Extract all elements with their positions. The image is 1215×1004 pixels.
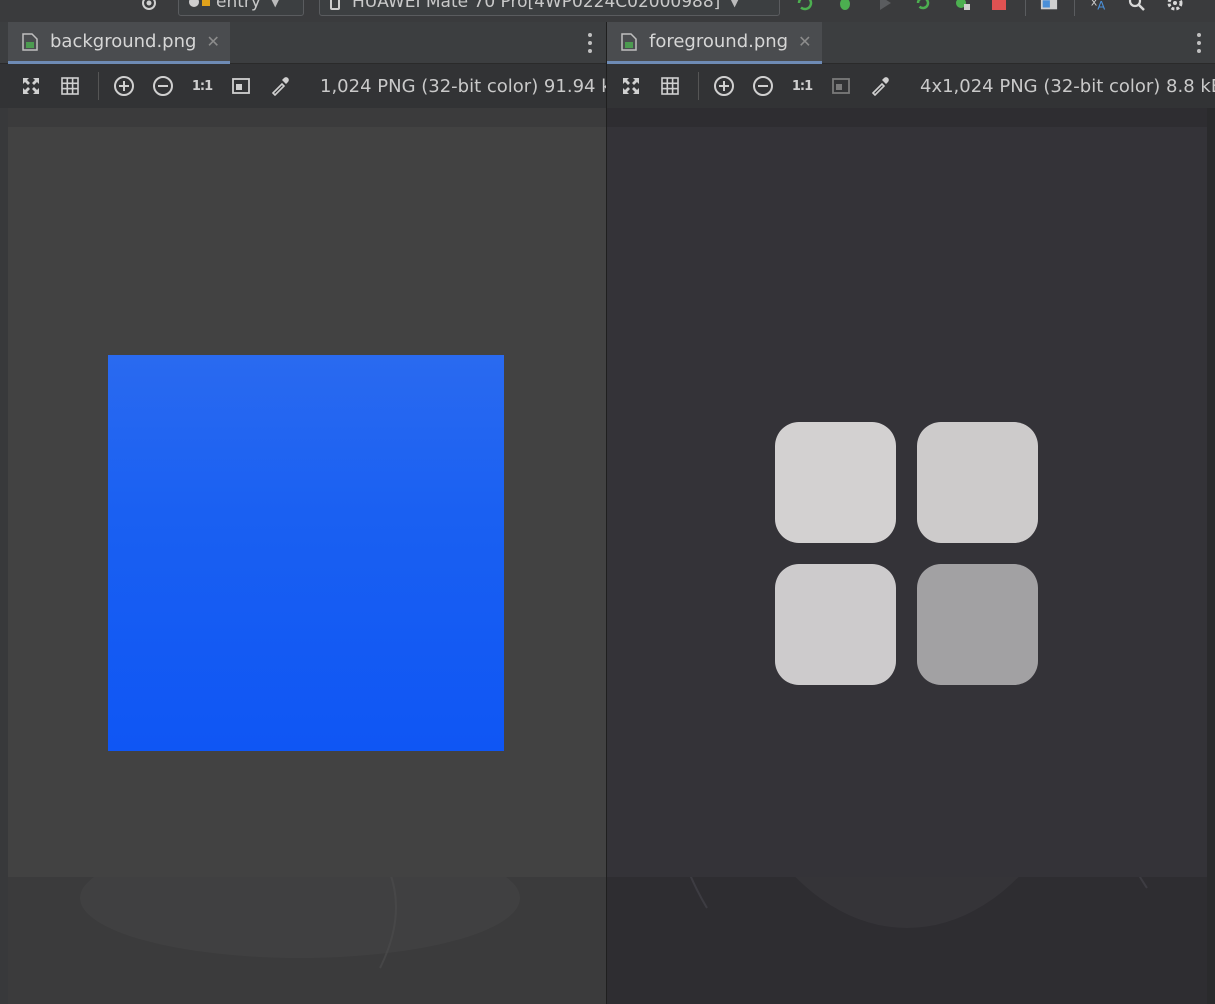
device-dropdown[interactable]: HUAWEI Mate 70 Pro[4WP0224C02000988] ▼ (319, 0, 780, 16)
tab-background-png[interactable]: background.png ✕ (8, 22, 230, 64)
foreground-tile (775, 422, 896, 543)
run-icon[interactable] (876, 0, 894, 12)
ide-window: entry ▼ HUAWEI Mate 70 Pro[4WP0224C02000… (0, 0, 1215, 1004)
debug-bug-icon[interactable] (836, 0, 854, 12)
run-toolbar: entry ▼ HUAWEI Mate 70 Pro[4WP0224C02000… (0, 0, 1215, 22)
run-config-label: entry (216, 0, 261, 12)
color-picker-icon[interactable] (269, 75, 291, 97)
settings-icon[interactable] (1166, 0, 1184, 12)
tab-foreground-png[interactable]: foreground.png ✕ (607, 22, 822, 64)
run-config-dropdown[interactable]: entry ▼ (178, 0, 304, 16)
module-badge-icon (202, 0, 210, 6)
image-canvas (0, 108, 606, 1004)
close-icon[interactable]: ✕ (798, 32, 811, 51)
image-info: 1,024 PNG (32-bit color) 91.94 kB (320, 75, 606, 97)
image-file-icon (22, 32, 38, 51)
profiler-icon[interactable] (953, 0, 971, 12)
phone-icon (330, 0, 340, 10)
toolbar-separator (1074, 0, 1075, 16)
zoom-out-icon[interactable] (152, 75, 174, 97)
chevron-down-icon: ▼ (270, 0, 280, 9)
color-picker-icon[interactable] (869, 75, 891, 97)
grid-icon[interactable] (659, 75, 681, 97)
fit-to-window-icon[interactable] (20, 75, 42, 97)
editor-pane-foreground: foreground.png ✕ 1:1 4x1,024 PNG (32-bit… (607, 22, 1215, 1004)
foreground-tile (775, 564, 896, 685)
fit-zoom-icon[interactable] (230, 75, 252, 97)
fit-zoom-icon[interactable] (830, 75, 852, 97)
stop-icon[interactable] (990, 0, 1008, 12)
image-file-icon (621, 32, 637, 51)
search-icon[interactable] (1128, 0, 1146, 12)
close-icon[interactable]: ✕ (206, 32, 219, 51)
foreground-tile (917, 422, 1038, 543)
grid-icon[interactable] (59, 75, 81, 97)
fit-to-window-icon[interactable] (620, 75, 642, 97)
svg-text:A: A (1097, 0, 1105, 12)
tab-label: background.png (50, 31, 197, 52)
image-info: 4x1,024 PNG (32-bit color) 8.8 kB (920, 75, 1215, 97)
device-label: HUAWEI Mate 70 Pro[4WP0224C02000988] (352, 0, 721, 12)
image-toolbar: 1:1 1,024 PNG (32-bit color) 91.94 kB (0, 64, 606, 108)
more-options-icon[interactable] (1195, 33, 1203, 53)
background-image (108, 355, 504, 751)
tab-bar: foreground.png ✕ (607, 22, 1215, 64)
editor-pane-background: background.png ✕ 1:1 1,024 PNG (32-bit c… (0, 22, 606, 1004)
foreground-tile (917, 564, 1038, 685)
target-icon[interactable] (140, 0, 158, 12)
left-gutter (0, 108, 8, 1004)
module-icon (189, 0, 199, 7)
sync-icon[interactable] (796, 0, 814, 12)
zoom-in-icon[interactable] (713, 75, 735, 97)
translate-icon[interactable]: xA (1090, 0, 1108, 12)
image-canvas (607, 108, 1215, 1004)
tab-bar: background.png ✕ (0, 22, 606, 64)
vertical-scrollbar[interactable] (1207, 108, 1215, 1004)
toolbar-separator (1025, 0, 1026, 16)
rerun-icon[interactable] (914, 0, 932, 12)
more-options-icon[interactable] (586, 33, 594, 53)
zoom-out-icon[interactable] (752, 75, 774, 97)
toolbar-separator (98, 72, 99, 100)
zoom-in-icon[interactable] (113, 75, 135, 97)
toolbar-separator (698, 72, 699, 100)
image-toolbar: 1:1 4x1,024 PNG (32-bit color) 8.8 kB (607, 64, 1215, 108)
chevron-down-icon: ▼ (730, 0, 739, 9)
actual-size-button[interactable]: 1:1 (791, 75, 813, 97)
tab-label: foreground.png (649, 31, 789, 52)
actual-size-button[interactable]: 1:1 (191, 75, 213, 97)
foreground-image (775, 422, 1039, 686)
device-manager-icon[interactable] (1040, 0, 1058, 12)
